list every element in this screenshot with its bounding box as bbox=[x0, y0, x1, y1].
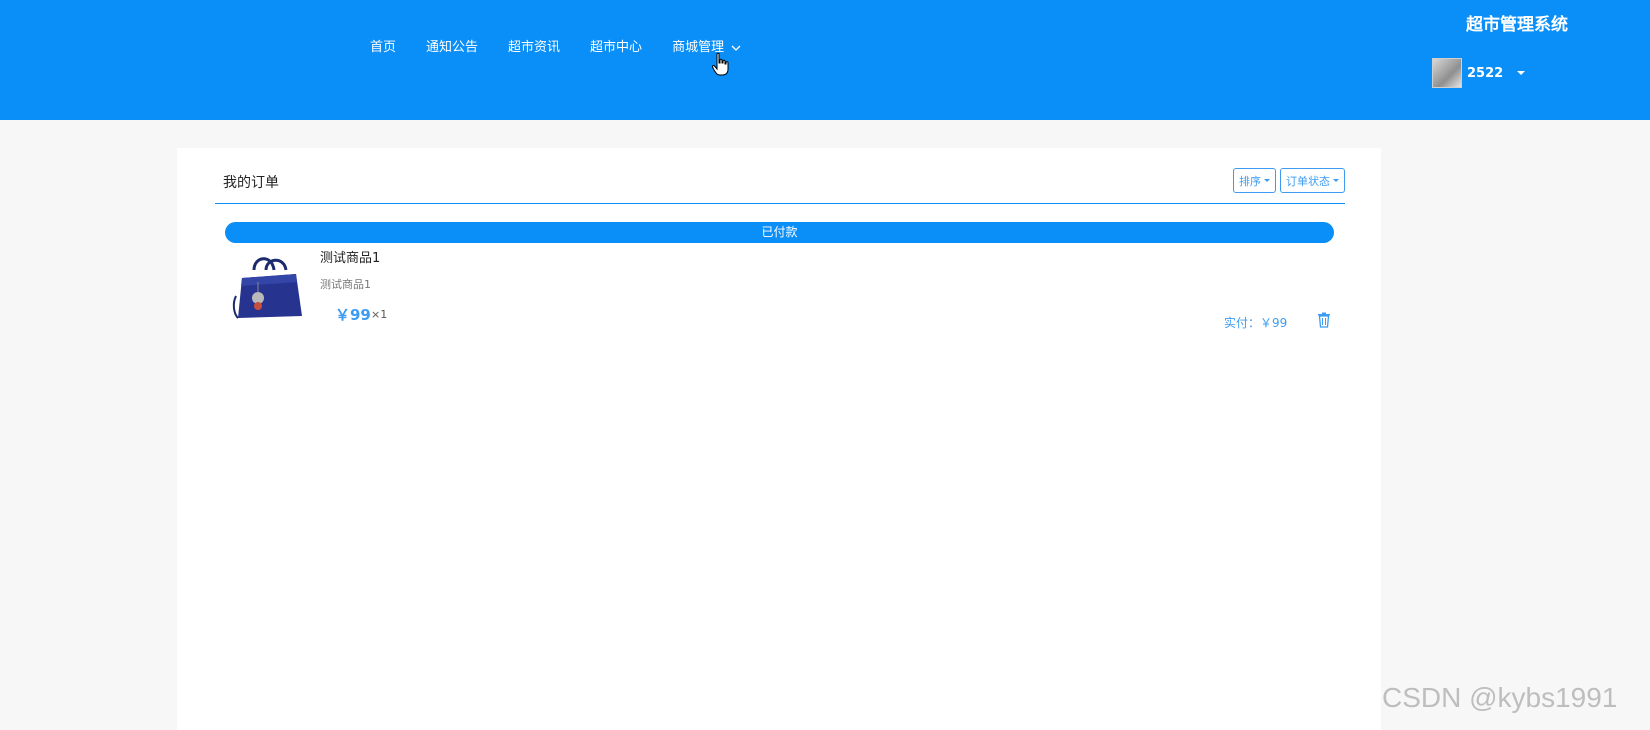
product-description: 测试商品1 bbox=[320, 278, 371, 291]
product-price: ￥99 bbox=[335, 306, 371, 324]
sort-label: 排序 bbox=[1239, 174, 1261, 188]
system-title: 超市管理系统 bbox=[1466, 15, 1568, 35]
filter-group: 排序 订单状态 bbox=[1233, 168, 1345, 193]
orders-panel: 我的订单 排序 订单状态 已付款 测试商品1 测试商品1 ￥99 ×1 实付：￥… bbox=[177, 148, 1381, 730]
watermark: CSDN @kybs1991 bbox=[1382, 682, 1618, 713]
nav-item-label: 首页 bbox=[370, 40, 397, 55]
trash-icon[interactable] bbox=[1317, 312, 1331, 328]
nav-item-news[interactable]: 超市资讯 bbox=[493, 38, 575, 58]
product-name[interactable]: 测试商品1 bbox=[320, 247, 380, 266]
sort-dropdown[interactable]: 排序 bbox=[1233, 168, 1276, 193]
paid-amount: 实付：￥99 bbox=[1224, 316, 1288, 330]
order-status-label: 订单状态 bbox=[1286, 174, 1330, 188]
nav-item-label: 超市资讯 bbox=[508, 40, 561, 55]
nav-item-center[interactable]: 超市中心 bbox=[575, 38, 657, 58]
avatar bbox=[1432, 58, 1462, 88]
nav-item-notices[interactable]: 通知公告 bbox=[411, 38, 493, 58]
nav-item-label: 通知公告 bbox=[426, 40, 479, 55]
order-status-dropdown[interactable]: 订单状态 bbox=[1280, 168, 1345, 193]
main-nav: 首页 通知公告 超市资讯 超市中心 商城管理 bbox=[355, 38, 757, 58]
nav-item-home[interactable]: 首页 bbox=[355, 38, 411, 58]
chevron-down-icon bbox=[731, 45, 741, 51]
product-image[interactable] bbox=[232, 248, 308, 324]
nav-item-mall-management[interactable]: 商城管理 bbox=[657, 38, 757, 58]
hand-cursor-icon bbox=[712, 52, 729, 76]
top-navbar: 首页 通知公告 超市资讯 超市中心 商城管理 超市管理系统 2522 bbox=[0, 0, 1650, 120]
caret-down-icon bbox=[1264, 179, 1270, 182]
order-status-badge: 已付款 bbox=[225, 222, 1334, 243]
caret-down-icon bbox=[1517, 71, 1526, 75]
product-quantity: ×1 bbox=[371, 308, 388, 321]
caret-down-icon bbox=[1333, 179, 1339, 182]
username: 2522 bbox=[1467, 65, 1504, 81]
orders-header: 我的订单 排序 订单状态 bbox=[215, 168, 1345, 204]
nav-item-label: 超市中心 bbox=[590, 40, 643, 55]
user-menu[interactable]: 2522 bbox=[1432, 58, 1526, 88]
page-title: 我的订单 bbox=[223, 175, 279, 191]
